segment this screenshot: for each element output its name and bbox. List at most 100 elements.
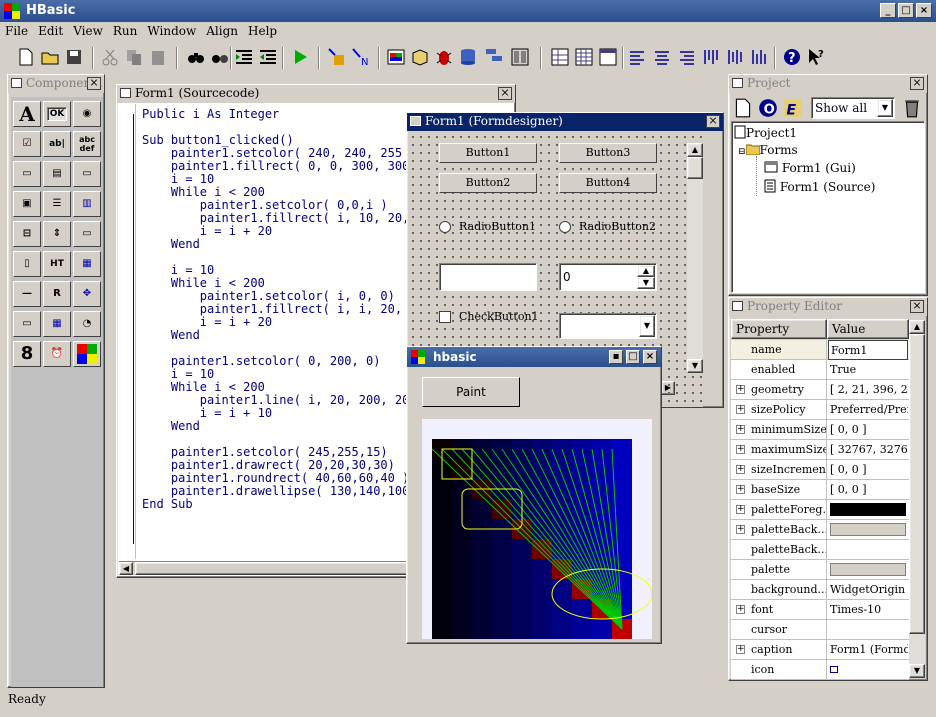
designer-spinbox[interactable]: 0 ▲ ▼ — [559, 263, 657, 291]
prop-row[interactable]: background... WidgetOrigin — [731, 580, 909, 600]
prop-row[interactable]: + minimumSize[ 0, 0 ] — [731, 420, 909, 440]
button-tool-icon[interactable]: OK — [43, 101, 71, 127]
richtext-tool-icon[interactable]: R — [43, 281, 71, 307]
maximize-button[interactable]: □ — [898, 3, 914, 18]
prop-value[interactable] — [828, 540, 908, 560]
listview-tool-icon[interactable]: ☰ — [43, 191, 71, 217]
scroll-thumb[interactable] — [687, 157, 703, 179]
run-maximize-button[interactable]: □ — [626, 350, 640, 364]
minimize-button[interactable]: _ — [880, 3, 896, 18]
scrollbar-tool-icon[interactable]: ▯ — [13, 251, 41, 277]
radio1-circle[interactable] — [439, 221, 451, 233]
expand-icon[interactable]: + — [736, 465, 745, 474]
replace-icon[interactable] — [210, 47, 230, 67]
prop-row[interactable]: + paletteBack... — [731, 520, 909, 540]
table-layout-icon[interactable] — [574, 47, 594, 67]
align-left-icon[interactable] — [628, 47, 648, 67]
table-tool-icon[interactable]: ▦ — [43, 311, 71, 337]
listbox-tool-icon[interactable]: ▤ — [43, 161, 71, 187]
iconview-tool-icon[interactable]: ▦ — [73, 251, 101, 277]
scroll-thumb[interactable] — [135, 562, 415, 575]
menu-view[interactable]: View — [68, 22, 108, 40]
prop-row[interactable]: palette — [731, 560, 909, 580]
expand-icon[interactable]: + — [736, 605, 745, 614]
prop-value[interactable]: [ 0, 0 ] — [828, 480, 908, 500]
expand-icon[interactable]: + — [736, 405, 745, 414]
frame-tool-icon[interactable]: ▭ — [73, 221, 101, 247]
props-vscrollbar[interactable]: ▲ ▼ — [909, 320, 925, 678]
form-icon[interactable] — [386, 47, 406, 67]
check1-box[interactable] — [439, 311, 451, 323]
dial-tool-icon[interactable]: ◔ — [73, 311, 101, 337]
menu-edit[interactable]: Edit — [33, 22, 68, 40]
run-minimize-button[interactable]: ▪ — [609, 350, 623, 364]
menu-run[interactable]: Run — [108, 22, 143, 40]
prop-value[interactable]: WidgetOrigin — [828, 580, 908, 600]
prop-row[interactable]: paletteBack... — [731, 540, 909, 560]
prop-row[interactable]: cursor — [731, 620, 909, 640]
expand-icon[interactable]: + — [736, 425, 745, 434]
scroll-down-icon[interactable]: ▼ — [909, 664, 925, 678]
progressbar-tool-icon[interactable]: ▥ — [73, 191, 101, 217]
designer-close-button[interactable]: × — [706, 115, 720, 128]
spinbox-tool-icon[interactable]: ▭ — [73, 161, 101, 187]
prop-value[interactable]: [ 0, 0 ] — [828, 420, 908, 440]
prop-row[interactable]: + sizeIncrement[ 0, 0 ] — [731, 460, 909, 480]
class-browser-icon[interactable] — [484, 47, 504, 67]
tree-item-form-gui[interactable]: Form1 (Gui) — [764, 161, 856, 175]
prop-value[interactable] — [828, 620, 908, 640]
project-filter-select[interactable]: Show all ▼ — [811, 97, 895, 119]
col-property-header[interactable]: Property — [731, 319, 827, 339]
step-over-icon[interactable]: N — [350, 47, 370, 67]
vslider-tool-icon[interactable]: ⇕ — [43, 221, 71, 247]
toolbox-tool-icon[interactable]: ▭ — [13, 311, 41, 337]
grid-layout-icon[interactable] — [550, 47, 570, 67]
step-into-icon[interactable] — [326, 47, 346, 67]
groupbox-tool-icon[interactable]: ▣ — [13, 191, 41, 217]
align-middle-icon[interactable] — [724, 47, 744, 67]
timer-tool-icon[interactable]: ⏰ — [43, 341, 71, 367]
prop-row[interactable]: + baseSize [ 0, 0 ] — [731, 480, 909, 500]
label-tool-icon[interactable]: A — [13, 101, 41, 127]
painter-tool-icon[interactable] — [73, 341, 101, 367]
tabwidget-tool-icon[interactable]: ⊟ — [13, 221, 41, 247]
paint-button[interactable]: Paint — [422, 377, 520, 407]
expand-icon[interactable]: + — [736, 525, 745, 534]
prop-value[interactable]: Form1 — [828, 340, 908, 360]
expand-icon[interactable]: + — [736, 505, 745, 514]
spin-down-icon[interactable]: ▼ — [637, 277, 655, 289]
scroll-down-icon[interactable]: ▼ — [687, 359, 703, 373]
run-icon[interactable] — [290, 47, 310, 67]
prop-value[interactable] — [828, 520, 908, 540]
designer-button1[interactable]: Button1 — [439, 143, 537, 163]
expand-icon[interactable]: + — [736, 385, 745, 394]
scroll-thumb[interactable] — [909, 334, 925, 634]
designer-button4[interactable]: Button4 — [559, 173, 657, 193]
prop-row[interactable]: + caption Form1 (Formde — [731, 640, 909, 660]
prop-value[interactable]: [ 2, 21, 396, 276 — [828, 380, 908, 400]
prop-row[interactable]: name Form1 — [731, 340, 909, 360]
paste-icon[interactable] — [148, 47, 168, 67]
prop-row[interactable]: + paletteForeg... — [731, 500, 909, 520]
radio2-circle[interactable] — [559, 221, 571, 233]
prop-row[interactable]: + maximumSize[ 32767, 32767 ] — [731, 440, 909, 460]
source-close-button[interactable]: × — [498, 87, 512, 100]
open-folder-icon[interactable] — [40, 47, 60, 67]
tree-item-form-source[interactable]: Form1 (Source) — [764, 179, 875, 194]
line-tool-icon[interactable]: — — [13, 281, 41, 307]
prop-value[interactable]: Form1 (Formde — [828, 640, 908, 660]
prop-row[interactable]: + sizePolicy Preferred/Prefer — [731, 400, 909, 420]
expand-icon[interactable]: + — [736, 445, 745, 454]
designer-button2[interactable]: Button2 — [439, 173, 537, 193]
scroll-right-icon[interactable]: ▶ — [661, 381, 675, 395]
combobox-tool-icon[interactable]: ▭ — [13, 161, 41, 187]
prop-value[interactable]: Times-10 — [828, 600, 908, 620]
menu-help[interactable]: Help — [243, 22, 282, 40]
unindent-icon[interactable] — [258, 47, 278, 67]
project-close-button[interactable]: × — [910, 77, 924, 90]
designer-button3[interactable]: Button3 — [559, 143, 657, 163]
combo-arrow-icon[interactable]: ▼ — [639, 315, 655, 337]
prop-value[interactable] — [828, 560, 908, 580]
layout-icon[interactable] — [510, 47, 530, 67]
scroll-left-icon[interactable]: ◀ — [119, 562, 133, 575]
